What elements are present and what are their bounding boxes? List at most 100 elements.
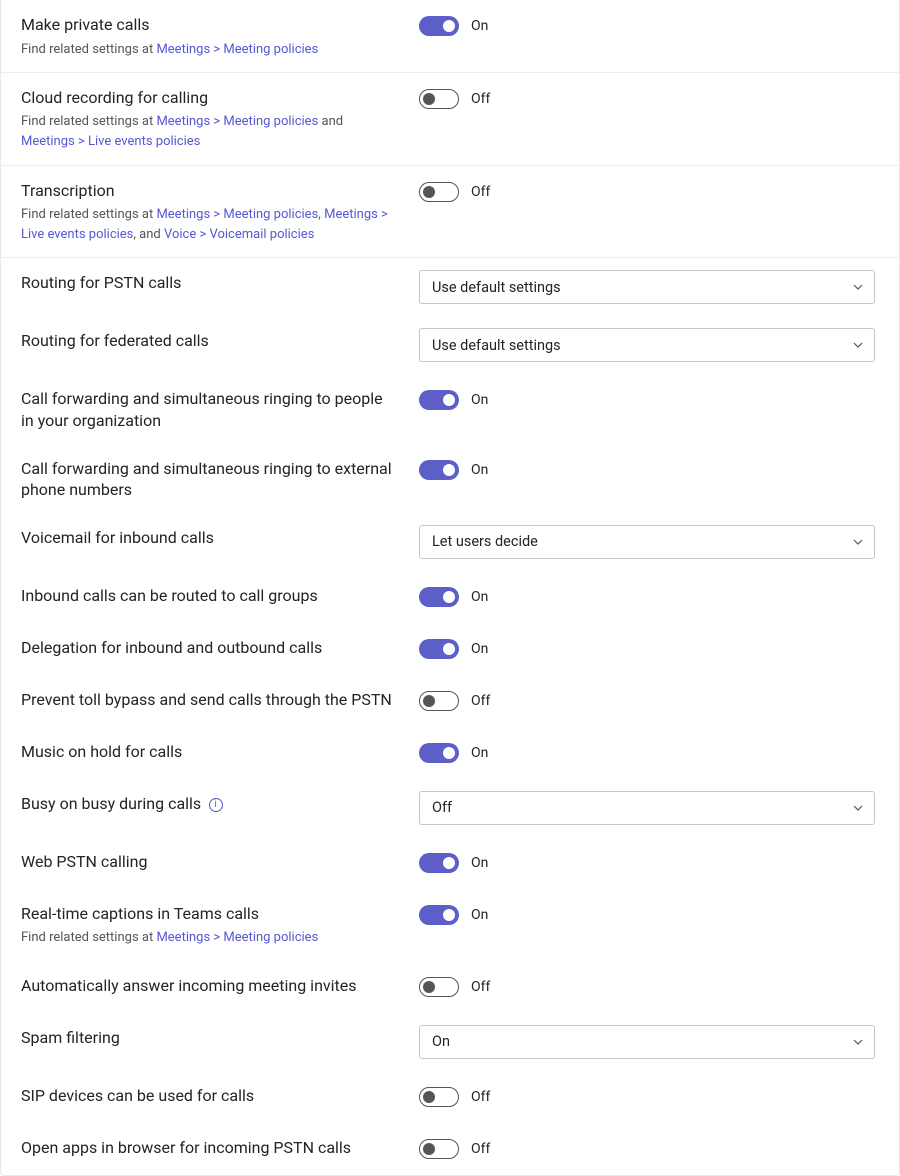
select-routing-fed[interactable]: Use default settings	[419, 328, 875, 362]
toggle-toll-bypass[interactable]	[419, 691, 459, 711]
control-col: On	[419, 1025, 875, 1059]
select-value: Let users decide	[432, 533, 538, 550]
select-routing-pstn[interactable]: Use default settings	[419, 270, 875, 304]
setting-title: Open apps in browser for incoming PSTN c…	[21, 1137, 399, 1159]
toggle-cloud-recording[interactable]	[419, 89, 459, 109]
toggle-rt-captions[interactable]	[419, 905, 459, 925]
toggle-fwd-ext[interactable]	[419, 460, 459, 480]
control-col: On	[419, 456, 875, 484]
control-col: Use default settings	[419, 328, 875, 362]
setting-title: Automatically answer incoming meeting in…	[21, 975, 399, 997]
setting-title: Transcription	[21, 180, 399, 202]
control-col: On	[419, 635, 875, 663]
toggle-state-label: Off	[471, 979, 490, 995]
toggle-sip-devices[interactable]	[419, 1087, 459, 1107]
toggle-state-label: Off	[471, 91, 490, 107]
toggle-transcription[interactable]	[419, 182, 459, 202]
row-fwd-ext: Call forwarding and simultaneous ringing…	[1, 444, 899, 513]
row-spam-filtering: Spam filtering On	[1, 1013, 899, 1071]
link-meeting-policies[interactable]: Meetings > Meeting policies	[156, 207, 318, 222]
setting-title: Call forwarding and simultaneous ringing…	[21, 458, 399, 501]
setting-subtitle: Find related settings at Meetings > Meet…	[21, 112, 399, 152]
link-meeting-policies[interactable]: Meetings > Meeting policies	[156, 930, 318, 945]
label-col: Open apps in browser for incoming PSTN c…	[21, 1135, 419, 1159]
control-col: On	[419, 12, 875, 40]
related-prefix: Find related settings at	[21, 42, 156, 57]
setting-title: SIP devices can be used for calls	[21, 1085, 399, 1107]
toggle-private-calls[interactable]	[419, 16, 459, 36]
toggle-inbound-groups[interactable]	[419, 587, 459, 607]
row-fwd-org: Call forwarding and simultaneous ringing…	[1, 374, 899, 443]
control-col: On	[419, 386, 875, 414]
toggle-state-label: On	[471, 907, 488, 923]
setting-title: Routing for PSTN calls	[21, 272, 399, 294]
toggle-web-pstn[interactable]	[419, 853, 459, 873]
toggle-fwd-org[interactable]	[419, 390, 459, 410]
setting-title: Web PSTN calling	[21, 851, 399, 873]
related-prefix: Find related settings at	[21, 930, 156, 945]
control-col: On	[419, 583, 875, 611]
control-col: On	[419, 739, 875, 767]
label-col: Make private calls Find related settings…	[21, 12, 419, 60]
toggle-state-label: On	[471, 589, 488, 605]
setting-title: Voicemail for inbound calls	[21, 527, 399, 549]
label-col: Busy on busy during calls i	[21, 791, 419, 815]
toggle-state-label: On	[471, 18, 488, 34]
row-toll-bypass: Prevent toll bypass and send calls throu…	[1, 675, 899, 727]
link-live-events-policies[interactable]: Meetings > Live events policies	[21, 134, 200, 149]
toggle-delegation[interactable]	[419, 639, 459, 659]
row-routing-pstn: Routing for PSTN calls Use default setti…	[1, 257, 899, 316]
control-col: Off	[419, 178, 875, 206]
link-voicemail-policies[interactable]: Voice > Voicemail policies	[164, 227, 314, 242]
label-col: Transcription Find related settings at M…	[21, 178, 419, 246]
link-meeting-policies[interactable]: Meetings > Meeting policies	[156, 42, 318, 57]
label-col: Spam filtering	[21, 1025, 419, 1049]
label-col: Automatically answer incoming meeting in…	[21, 973, 419, 997]
row-web-pstn: Web PSTN calling On	[1, 837, 899, 889]
setting-subtitle: Find related settings at Meetings > Meet…	[21, 40, 399, 60]
setting-title: Cloud recording for calling	[21, 87, 399, 109]
row-open-browser: Open apps in browser for incoming PSTN c…	[1, 1123, 899, 1175]
link-meeting-policies[interactable]: Meetings > Meeting policies	[156, 114, 318, 129]
row-routing-fed: Routing for federated calls Use default …	[1, 316, 899, 374]
toggle-state-label: On	[471, 392, 488, 408]
toggle-state-label: Off	[471, 184, 490, 200]
setting-title: Routing for federated calls	[21, 330, 399, 352]
label-col: Cloud recording for calling Find related…	[21, 85, 419, 153]
toggle-auto-answer[interactable]	[419, 977, 459, 997]
label-col: Prevent toll bypass and send calls throu…	[21, 687, 419, 711]
label-col: Routing for PSTN calls	[21, 270, 419, 294]
toggle-state-label: Off	[471, 693, 490, 709]
select-spam-filtering[interactable]: On	[419, 1025, 875, 1059]
label-col: Routing for federated calls	[21, 328, 419, 352]
control-col: Off	[419, 973, 875, 1001]
toggle-state-label: On	[471, 462, 488, 478]
select-busy-on-busy[interactable]: Off	[419, 791, 875, 825]
control-col: On	[419, 849, 875, 877]
label-col: Call forwarding and simultaneous ringing…	[21, 386, 419, 431]
setting-title: Call forwarding and simultaneous ringing…	[21, 388, 399, 431]
setting-title: Delegation for inbound and outbound call…	[21, 637, 399, 659]
setting-title: Spam filtering	[21, 1027, 399, 1049]
comma-and-sep: , and	[133, 227, 164, 242]
setting-subtitle: Find related settings at Meetings > Meet…	[21, 205, 399, 245]
control-col: Let users decide	[419, 525, 875, 559]
setting-title: Music on hold for calls	[21, 741, 399, 763]
chevron-down-icon	[852, 802, 864, 814]
row-sip-devices: SIP devices can be used for calls Off	[1, 1071, 899, 1123]
label-col: Call forwarding and simultaneous ringing…	[21, 456, 419, 501]
label-col: Voicemail for inbound calls	[21, 525, 419, 549]
info-icon[interactable]: i	[209, 798, 223, 812]
select-voicemail-inbound[interactable]: Let users decide	[419, 525, 875, 559]
label-col: Inbound calls can be routed to call grou…	[21, 583, 419, 607]
toggle-music-hold[interactable]	[419, 743, 459, 763]
setting-title: Prevent toll bypass and send calls throu…	[21, 689, 399, 711]
control-col: Off	[419, 1083, 875, 1111]
control-col: On	[419, 901, 875, 929]
and-sep: and	[318, 114, 343, 129]
label-col: SIP devices can be used for calls	[21, 1083, 419, 1107]
control-col: Off	[419, 85, 875, 113]
setting-title: Make private calls	[21, 14, 399, 36]
row-cloud-recording: Cloud recording for calling Find related…	[1, 72, 899, 165]
toggle-open-browser[interactable]	[419, 1139, 459, 1159]
